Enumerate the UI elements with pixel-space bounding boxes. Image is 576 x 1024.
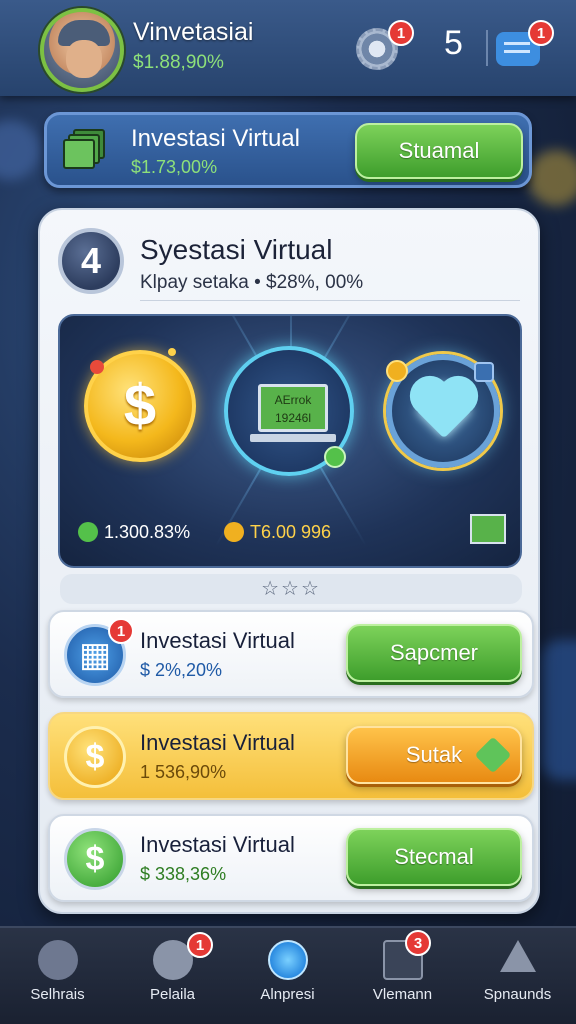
check-icon: [324, 446, 346, 468]
nav-label: Vlemann: [372, 986, 433, 1003]
coin-small-icon: [386, 360, 408, 382]
user-balance: $1.88,90%: [133, 52, 224, 73]
nav-notification-badge: 1: [187, 932, 213, 958]
level-badge: 4: [58, 228, 124, 294]
stat-coins: T6.00 996: [224, 522, 331, 543]
dollar-coin-icon: $: [64, 828, 126, 890]
nav-label: Pelaila: [149, 986, 196, 1003]
question-icon: [38, 940, 78, 980]
avatar[interactable]: [40, 8, 124, 92]
nav-item-pelaila[interactable]: 1 Pelaila: [115, 928, 230, 1024]
investment-card: 4 Syestasi Virtual Klpay setaka • $28%, …: [38, 208, 540, 914]
dollar-coin-icon: $: [64, 726, 126, 788]
username: Vinvetasiai: [133, 18, 254, 46]
row-action-button[interactable]: Sutak: [346, 726, 522, 784]
rating-stars: ☆☆☆: [60, 574, 522, 604]
row-action-button[interactable]: Stecmal: [346, 828, 522, 886]
row-value: $ 338,36%: [140, 864, 227, 884]
globe-icon: [268, 940, 308, 980]
promo-button[interactable]: Stuamal: [355, 123, 523, 179]
nav-item-selhrais[interactable]: Selhrais: [0, 928, 115, 1024]
laptop-base: [250, 434, 336, 442]
nav-label: Spnaunds: [483, 986, 552, 1003]
investment-row: $ Investasi Virtual 1 536,90% Sutak: [48, 712, 534, 800]
row-title: Investasi Virtual: [140, 832, 295, 857]
sparkle-dot: [168, 348, 176, 356]
row-action-button[interactable]: Sapcmer: [346, 624, 522, 682]
money-bill: [63, 139, 95, 169]
background-light: [0, 120, 40, 180]
laptop-icon: AErrok 19246l: [224, 346, 354, 476]
row-value: 1 536,90%: [140, 762, 227, 782]
chat-lines: [504, 42, 530, 45]
heart-icon: [415, 381, 473, 439]
avatar-face: [66, 40, 102, 78]
stat-growth: 1.300.83%: [78, 522, 190, 543]
row-value: $ 2%,20%: [140, 660, 223, 680]
green-gem-icon: [78, 522, 98, 542]
background-light: [540, 640, 576, 780]
star-badge-icon: [474, 736, 512, 774]
settings-notification-badge: 1: [388, 20, 414, 46]
card-divider: [140, 300, 520, 301]
row-action-label: Sutak: [405, 742, 463, 767]
nav-item-vlemann[interactable]: 3 Vlemann: [345, 928, 460, 1024]
top-bar: Vinvetasiai $1.88,90% 1 5 1: [0, 0, 576, 96]
header-divider: [486, 30, 488, 66]
investment-row: ▦ 1 Investasi Virtual $ 2%,20% Sapcmer: [48, 610, 534, 698]
card-title: Syestasi Virtual: [140, 234, 333, 265]
investment-row: $ Investasi Virtual $ 338,36% Stecmal: [48, 814, 534, 902]
investment-scene: $ AErrok 19246l 1.300.83% T6.00 996: [58, 314, 522, 568]
nav-notification-badge: 3: [405, 930, 431, 956]
gold-coin-icon: [224, 522, 244, 542]
card-subtitle: Klpay setaka • $28%, 00%: [140, 272, 364, 293]
square-small-icon: [474, 362, 494, 382]
level-indicator: 5: [444, 24, 463, 62]
background-light: [528, 150, 576, 206]
bottom-navigation: Selhrais 1 Pelaila Alnpresi 3 Vlemann Sp…: [0, 926, 576, 1024]
sparkle-dot: [90, 360, 104, 374]
nav-item-spnaunds[interactable]: Spnaunds: [460, 928, 575, 1024]
stat-coins-value: T6.00 996: [250, 522, 332, 542]
nav-label: Selhrais: [30, 986, 85, 1003]
promo-title: Investasi Virtual: [131, 125, 300, 152]
stat-growth-value: 1.300.83%: [104, 522, 191, 542]
growth-chart-icon[interactable]: [470, 514, 506, 544]
money-stack-icon: [63, 129, 109, 169]
promo-value: $1.73,00%: [131, 157, 218, 177]
row-title: Investasi Virtual: [140, 730, 295, 755]
row-title: Investasi Virtual: [140, 628, 295, 653]
promo-banner[interactable]: Investasi Virtual $1.73,00% Stuamal: [44, 112, 532, 188]
warning-icon: [500, 940, 536, 972]
nav-item-alnpresi[interactable]: Alnpresi: [230, 928, 345, 1024]
messages-notification-badge: 1: [528, 20, 554, 46]
nav-label: Alnpresi: [260, 986, 315, 1003]
laptop-screen: AErrok 19246l: [258, 384, 328, 432]
row-notification-badge: 1: [108, 618, 134, 644]
